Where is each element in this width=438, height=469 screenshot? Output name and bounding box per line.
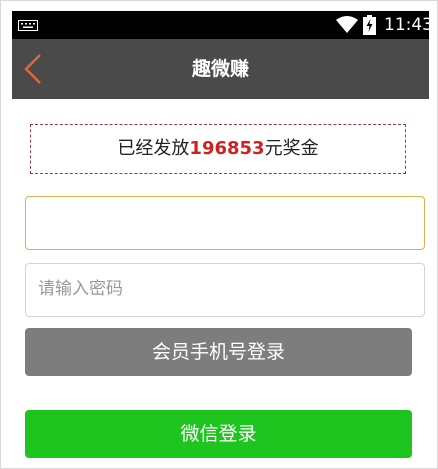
nav-bar: 趣微赚 [12,39,429,99]
bonus-suffix: 元奖金 [264,138,319,159]
phone-input[interactable] [25,196,425,250]
bonus-amount: 196853 [189,138,265,159]
app-frame: 11:43 趣微赚 已经发放196853元奖金 请输入密码 会员手机号登录 微信… [0,0,438,469]
bonus-banner: 已经发放196853元奖金 [30,124,406,174]
status-time: 11:43 [384,15,433,35]
page-title: 趣微赚 [191,58,249,80]
phone-login-button[interactable]: 会员手机号登录 [25,328,412,376]
wifi-icon [336,16,358,33]
bonus-prefix: 已经发放 [117,138,190,159]
wechat-login-button[interactable]: 微信登录 [25,410,412,458]
status-bar: 11:43 [12,11,433,39]
keyboard-icon [18,20,38,31]
password-input[interactable]: 请输入密码 [25,263,425,317]
battery-charging-icon [363,15,376,35]
